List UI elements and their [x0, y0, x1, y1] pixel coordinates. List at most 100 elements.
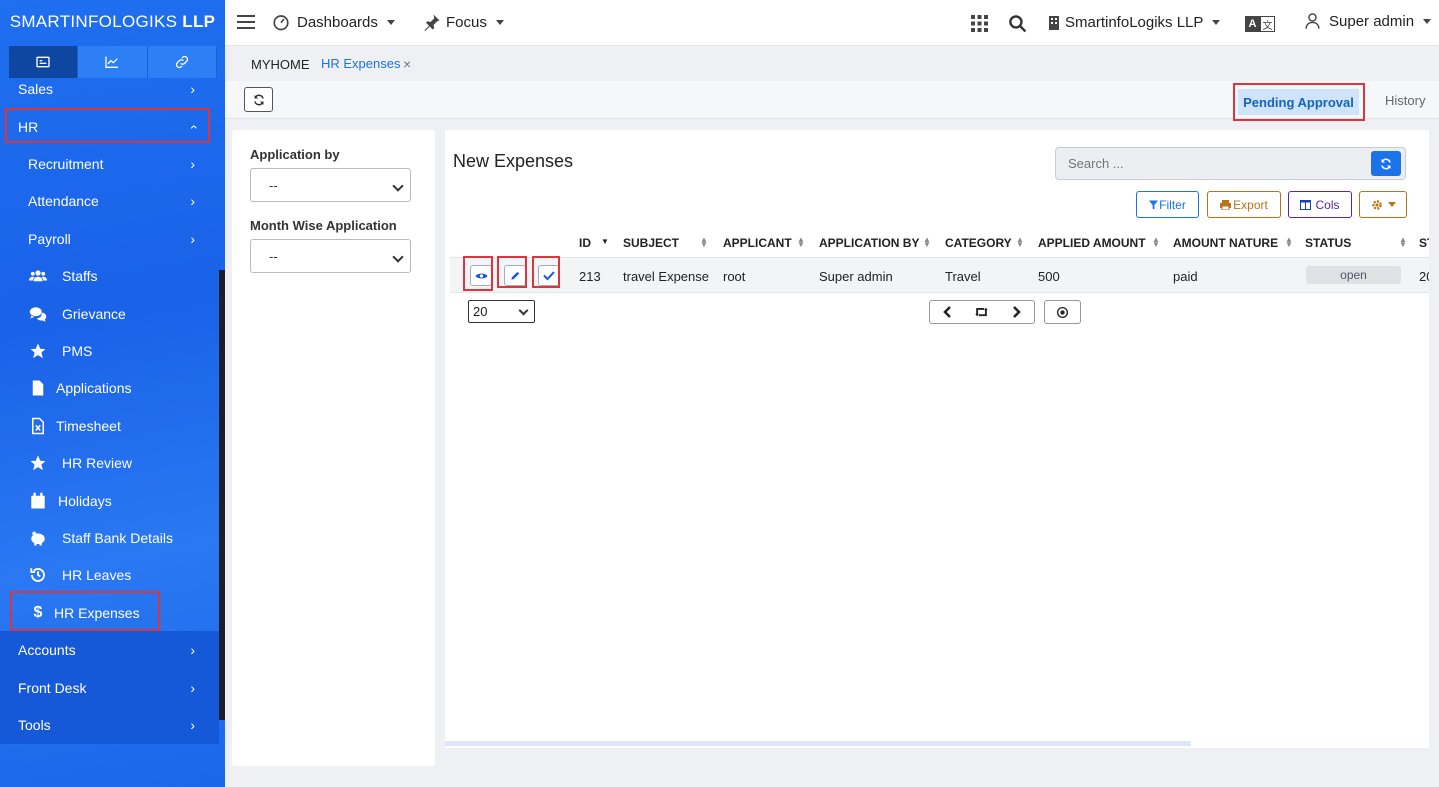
sort-icon[interactable]: ▲ ▼ — [700, 236, 708, 249]
sidebar-item-accounts[interactable]: Accounts › — [0, 631, 219, 669]
status-badge: open — [1306, 266, 1401, 284]
refresh-button[interactable] — [244, 87, 273, 112]
application-by-select[interactable]: -- — [250, 168, 411, 202]
sidebar-item-label: Holidays — [58, 492, 112, 509]
sidebar-item-label: Staff Bank Details — [62, 529, 174, 546]
col-id[interactable]: ID — [579, 236, 591, 250]
focus-menu[interactable]: Focus — [423, 13, 504, 31]
dashboards-menu[interactable]: Dashboards — [272, 13, 395, 31]
sort-desc-icon[interactable]: ▼ — [601, 238, 609, 246]
sidebar-item-tools[interactable]: Tools › — [0, 706, 219, 744]
sidebar-item-staffs[interactable]: Staffs — [0, 258, 219, 295]
settings-dropdown-button[interactable] — [1359, 191, 1407, 218]
sidebar-item-label: Payroll — [28, 230, 71, 247]
comments-icon — [28, 305, 48, 323]
chart-line-icon — [105, 56, 119, 68]
horizontal-scrollbar[interactable] — [445, 741, 1191, 746]
close-tab-icon[interactable]: × — [403, 56, 411, 72]
user-icon — [1305, 13, 1320, 29]
cols-label: Cols — [1315, 197, 1340, 212]
goto-page-button[interactable] — [1044, 300, 1081, 324]
page-toolbar: Pending Approval History — [225, 81, 1439, 121]
filter-button[interactable]: Filter — [1136, 191, 1199, 218]
calendar-icon — [28, 492, 48, 510]
cell-id: 213 — [579, 269, 601, 284]
next-page-button[interactable] — [999, 300, 1035, 324]
columns-icon — [1300, 199, 1312, 210]
sidebar-item-label: Attendance — [28, 193, 99, 210]
sidebar-item-label: Front Desk — [18, 679, 87, 696]
table-row[interactable]: 213 travel Expense root Super admin Trav… — [450, 256, 1429, 293]
col-applied-amount[interactable]: APPLIED AMOUNT — [1038, 236, 1146, 250]
sort-icon[interactable]: ▲ ▼ — [1152, 236, 1160, 249]
sidebar-item-label: Recruitment — [28, 156, 104, 173]
sidebar-item-holidays[interactable]: Holidays — [0, 482, 219, 519]
col-status[interactable]: STATUS — [1305, 236, 1351, 250]
sidebar-item-applications[interactable]: Applications — [0, 370, 219, 407]
building-icon — [1049, 15, 1059, 30]
brand-suffix: LLP — [182, 12, 216, 31]
col-category[interactable]: CATEGORY — [945, 236, 1012, 250]
col-subject[interactable]: SUBJECT — [623, 236, 679, 250]
search-input[interactable] — [1056, 148, 1356, 179]
filter-panel: Application by -- Month Wise Application… — [232, 130, 435, 766]
prev-page-button[interactable] — [929, 300, 965, 324]
sidebar-item-hr-leaves[interactable]: HR Leaves — [0, 557, 219, 594]
reload-page-button[interactable] — [964, 300, 1000, 324]
brand-name: SMARTINFOLOGIKS — [9, 12, 178, 31]
brand-logo[interactable]: SMARTINFOLOGIKS LLP — [0, 0, 225, 44]
link-icon — [175, 55, 188, 69]
sidebar-item-hr-review[interactable]: HR Review — [0, 445, 219, 482]
apps-grid-icon[interactable] — [971, 15, 988, 35]
sidebar-nav: Sales › HR › Recruitment › Attendance › Payr… — [0, 70, 219, 744]
highlight-box-approve — [532, 256, 560, 288]
sidebar-item-staff-bank-details[interactable]: Staff Bank Details — [0, 519, 219, 556]
sort-icon[interactable]: ▲ ▼ — [1285, 236, 1293, 249]
company-label: SmartinfoLogiks LLP — [1065, 14, 1204, 31]
sort-icon[interactable]: ▲ ▼ — [1399, 236, 1407, 249]
col-amount-nature[interactable]: AMOUNT NATURE — [1173, 236, 1278, 250]
sidebar-item-sales[interactable]: Sales › — [0, 70, 219, 108]
sidebar-item-timesheet[interactable]: Timesheet — [0, 407, 219, 444]
user-menu[interactable]: Super admin — [1304, 12, 1432, 30]
breadcrumb: MYHOME HR Expenses × — [225, 47, 1439, 81]
month-wise-select[interactable]: -- — [250, 239, 411, 273]
caret-down-icon — [1387, 202, 1396, 207]
page-size-select[interactable]: 20 — [468, 300, 535, 323]
sidebar-item-pms[interactable]: PMS — [0, 332, 219, 369]
users-icon — [28, 267, 48, 285]
sidebar-item-front-desk[interactable]: Front Desk › — [0, 668, 219, 707]
month-wise-label: Month Wise Application — [250, 218, 397, 233]
tab-history[interactable]: History — [1385, 93, 1425, 108]
col-applicant[interactable]: APPLICANT — [723, 236, 792, 250]
search-refresh-button[interactable] — [1371, 151, 1401, 176]
breadcrumb-current[interactable]: HR Expenses — [321, 56, 400, 71]
sidebar-item-payroll[interactable]: Payroll › — [0, 220, 219, 257]
chevron-right-icon: › — [190, 156, 195, 173]
export-button[interactable]: Export — [1207, 191, 1281, 218]
translate-icon[interactable]: A 文 — [1245, 16, 1275, 32]
chevron-right-icon: › — [190, 193, 195, 210]
panel-title: New Expenses — [453, 151, 574, 171]
chevron-right-icon: › — [190, 642, 195, 659]
filter-label: Filter — [1159, 197, 1186, 212]
sidebar-item-recruitment[interactable]: Recruitment › — [0, 145, 219, 182]
sidebar-item-label: Grievance — [62, 305, 126, 322]
hamburger-menu-icon[interactable] — [237, 14, 255, 33]
col-application-by[interactable]: APPLICATION BY — [819, 236, 919, 250]
export-label: Export — [1233, 197, 1268, 212]
sort-icon[interactable]: ▲ ▼ — [797, 236, 805, 249]
sort-icon[interactable]: ▲ ▼ — [923, 236, 931, 249]
cols-button[interactable]: Cols — [1288, 191, 1352, 218]
company-menu[interactable]: SmartinfoLogiks LLP — [1049, 14, 1221, 31]
sidebar-item-grievance[interactable]: Grievance — [0, 295, 219, 332]
breadcrumb-home[interactable]: MYHOME — [251, 57, 310, 72]
search-icon[interactable] — [1008, 14, 1027, 36]
print-icon — [1220, 199, 1232, 210]
chevron-right-icon: › — [190, 716, 195, 733]
refresh-icon — [253, 94, 264, 105]
col-st[interactable]: ST — [1419, 236, 1429, 250]
sidebar-item-attendance[interactable]: Attendance › — [0, 183, 219, 220]
highlight-box-hr — [5, 108, 210, 143]
sort-icon[interactable]: ▲ ▼ — [1016, 236, 1024, 249]
